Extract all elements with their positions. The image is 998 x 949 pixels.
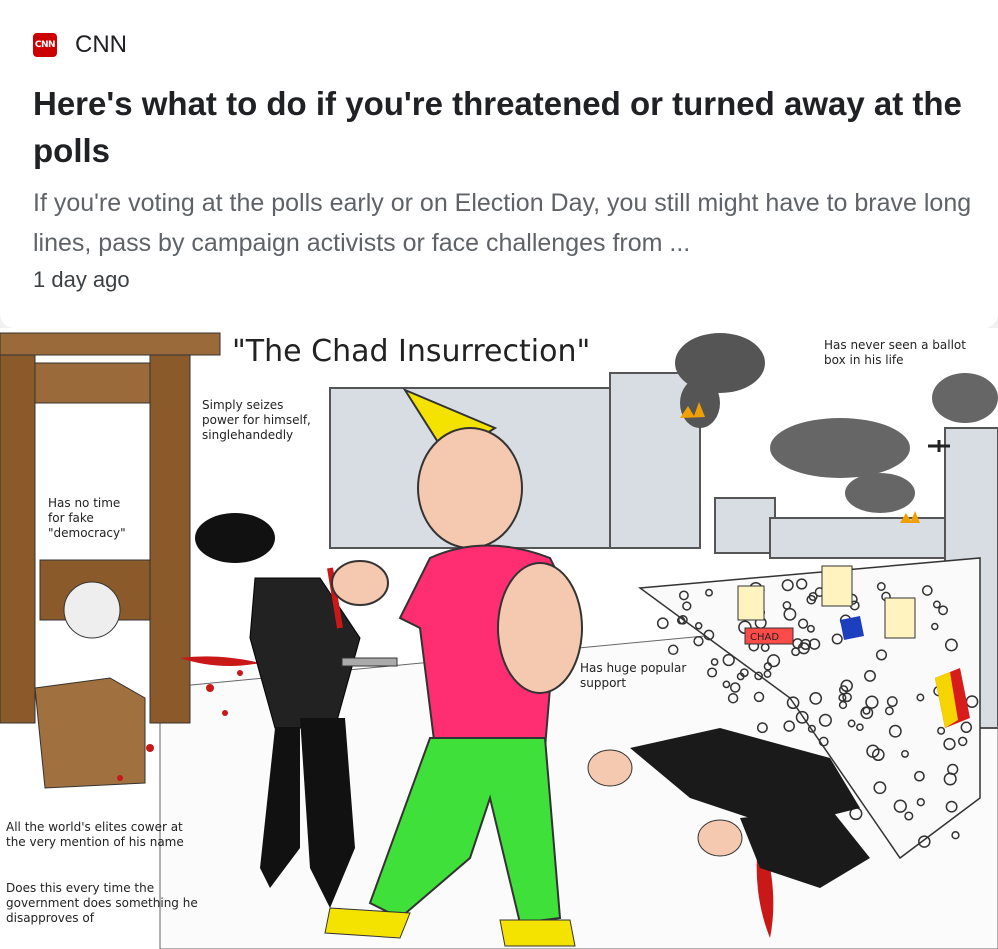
caption-ballot: Has never seen a ballot box in his life [824, 338, 966, 367]
caption-every-time: Does this every time the government does… [6, 881, 198, 925]
meme-image: CHAD "The Chad Insurrection" Has never s… [0, 328, 998, 949]
news-source[interactable]: CNN CNN [33, 31, 127, 59]
article-headline[interactable]: Here's what to do if you're threatened o… [33, 80, 983, 174]
building [769, 517, 961, 559]
article-timestamp: 1 day ago [33, 267, 130, 292]
caption-seizes-power: Simply seizes power for himself, singleh… [202, 398, 311, 442]
caption-fake-democracy: Has no time for fake "democracy" [48, 496, 126, 540]
article-snippet: If you're voting at the polls early or o… [33, 189, 972, 257]
chad-sign-text: CHAD [750, 632, 779, 643]
cnn-logo-icon: CNN [33, 33, 57, 57]
meme-title: "The Chad Insurrection" [232, 334, 591, 369]
knife-icon [341, 657, 398, 667]
guillotine [0, 332, 221, 789]
source-name: CNN [75, 31, 127, 58]
caption-elites-cower: All the world's elites cower at the very… [6, 820, 184, 849]
building [714, 497, 776, 554]
meme-illustration: CHAD [0, 328, 998, 949]
caption-popular-support: Has huge popular support [580, 661, 687, 690]
news-card[interactable]: CNN CNN Here's what to do if you're thre… [0, 0, 998, 328]
